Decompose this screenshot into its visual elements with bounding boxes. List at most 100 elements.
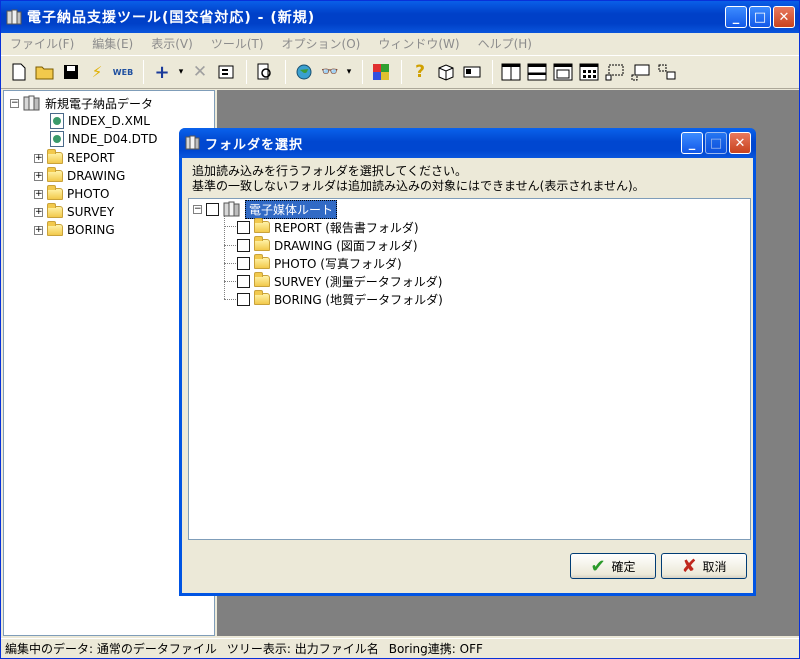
app-books-icon bbox=[6, 9, 22, 25]
expand-icon[interactable]: + bbox=[34, 225, 43, 235]
status-data: 編集中のデータ: 通常のデータファイル bbox=[5, 642, 217, 656]
tree-root-label: 新規電子納品データ bbox=[45, 96, 154, 111]
menu-options[interactable]: オプション(O) bbox=[273, 35, 370, 52]
tree-connector bbox=[224, 281, 236, 282]
split-vertical-icon[interactable] bbox=[499, 60, 523, 84]
menu-file[interactable]: ファイル(F) bbox=[1, 35, 83, 52]
dialog-folder-label: BORING (地質データフォルダ) bbox=[274, 292, 443, 307]
toolbar-separator bbox=[492, 60, 493, 84]
dialog-message: 追加読み込みを行うフォルダを選択してください。 基準の一致しないフォルダは追加読… bbox=[182, 158, 753, 194]
ok-button-label: 確定 bbox=[611, 559, 636, 574]
folder-tree[interactable]: − 電子媒体ルート REPORT (報告書フォルダ) DRAWING (図面フォ… bbox=[188, 198, 751, 540]
dialog-books-icon bbox=[185, 135, 200, 150]
add-icon[interactable]: + bbox=[150, 60, 174, 84]
cancel-button[interactable]: ✘ 取消 bbox=[661, 553, 747, 579]
help-icon[interactable]: ? bbox=[408, 60, 432, 84]
properties-icon[interactable] bbox=[214, 60, 238, 84]
tree-connector bbox=[224, 215, 225, 299]
select2-icon[interactable] bbox=[629, 60, 653, 84]
ok-button[interactable]: ✔ 確定 bbox=[570, 553, 656, 579]
box-icon[interactable] bbox=[434, 60, 458, 84]
tree-folder-photo[interactable]: + PHOTO bbox=[34, 185, 109, 203]
palette-icon[interactable] bbox=[369, 60, 393, 84]
menu-help[interactable]: ヘルプ(H) bbox=[469, 35, 541, 52]
folder-icon bbox=[254, 218, 270, 233]
tree-folder-label: SURVEY bbox=[67, 205, 115, 219]
dialog-folder-photo[interactable]: PHOTO (写真フォルダ) bbox=[237, 254, 402, 272]
tree-file-item[interactable]: INDEX_D.XML bbox=[50, 112, 150, 130]
minimize-button[interactable]: _ bbox=[725, 6, 747, 28]
preview-icon[interactable] bbox=[253, 60, 277, 84]
tree-folder-survey[interactable]: + SURVEY bbox=[34, 203, 114, 221]
menu-window[interactable]: ウィンドウ(W) bbox=[369, 35, 468, 52]
lightning-icon[interactable]: ⚡ bbox=[85, 60, 109, 84]
folder-checkbox[interactable] bbox=[237, 274, 250, 288]
status-bar: 編集中のデータ: 通常のデータファイル ツリー表示: 出力ファイル名 Borin… bbox=[1, 638, 799, 658]
tree-connector bbox=[224, 245, 236, 246]
folder-icon bbox=[47, 221, 63, 236]
split-horizontal-icon[interactable] bbox=[525, 60, 549, 84]
toolbar-separator bbox=[143, 60, 144, 84]
web-icon[interactable]: WEB bbox=[111, 60, 135, 84]
title-bar[interactable]: 電子納品支援ツール(国交省対応) - (新規) _ □ ✕ bbox=[1, 1, 799, 33]
folder-checkbox[interactable] bbox=[237, 256, 250, 270]
dialog-folder-label: SURVEY (測量データフォルダ) bbox=[274, 274, 443, 289]
binoculars-icon[interactable]: 👓 bbox=[318, 60, 342, 84]
expand-icon[interactable]: + bbox=[34, 171, 43, 181]
expand-icon[interactable]: + bbox=[34, 153, 43, 163]
menu-tools[interactable]: ツール(T) bbox=[202, 35, 273, 52]
save-icon[interactable] bbox=[59, 60, 83, 84]
globe-icon[interactable] bbox=[292, 60, 316, 84]
tree-folder-report[interactable]: + REPORT bbox=[34, 149, 114, 167]
window-controls: _ □ ✕ bbox=[725, 6, 795, 28]
tree-connector bbox=[224, 299, 236, 300]
dialog-folder-drawing[interactable]: DRAWING (図面フォルダ) bbox=[237, 236, 418, 254]
card-icon[interactable] bbox=[460, 60, 484, 84]
books-icon bbox=[223, 201, 240, 217]
close-button[interactable]: ✕ bbox=[773, 6, 795, 28]
select3-icon[interactable] bbox=[655, 60, 679, 84]
dialog-close-button[interactable]: ✕ bbox=[729, 132, 751, 154]
dropdown-icon[interactable]: ▾ bbox=[176, 60, 186, 84]
expand-icon[interactable]: + bbox=[34, 189, 43, 199]
dialog-folder-boring[interactable]: BORING (地質データフォルダ) bbox=[237, 290, 443, 308]
collapse-icon[interactable]: − bbox=[10, 98, 19, 108]
expand-icon[interactable]: + bbox=[34, 207, 43, 217]
dialog-title: フォルダを選択 bbox=[205, 137, 304, 153]
toolbar-separator bbox=[401, 60, 402, 84]
tree-root[interactable]: − 新規電子納品データ bbox=[10, 94, 153, 112]
folder-checkbox[interactable] bbox=[237, 238, 250, 252]
dialog-tree-root[interactable]: − 電子媒体ルート bbox=[193, 199, 338, 219]
dtd-file-icon bbox=[50, 131, 64, 147]
x-icon: ✘ bbox=[681, 555, 697, 577]
dialog-folder-survey[interactable]: SURVEY (測量データフォルダ) bbox=[237, 272, 442, 290]
select-icon[interactable] bbox=[603, 60, 627, 84]
dialog-folder-label: DRAWING (図面フォルダ) bbox=[274, 238, 418, 253]
grid-icon[interactable] bbox=[577, 60, 601, 84]
tree-folder-label: REPORT bbox=[67, 151, 115, 165]
window-icon[interactable] bbox=[551, 60, 575, 84]
dialog-folder-report[interactable]: REPORT (報告書フォルダ) bbox=[237, 218, 419, 236]
toolbar-separator bbox=[362, 60, 363, 84]
maximize-button[interactable]: □ bbox=[749, 6, 771, 28]
delete-icon[interactable]: ✕ bbox=[188, 60, 212, 84]
tree-file-item[interactable]: INDE_D04.DTD bbox=[50, 130, 157, 148]
dialog-maximize-button[interactable]: □ bbox=[705, 132, 727, 154]
folder-checkbox[interactable] bbox=[237, 292, 250, 306]
new-file-icon[interactable] bbox=[7, 60, 31, 84]
tree-connector bbox=[224, 263, 236, 264]
dialog-title-bar[interactable]: フォルダを選択 _ □ ✕ bbox=[179, 128, 756, 158]
tree-folder-boring[interactable]: + BORING bbox=[34, 221, 115, 239]
tree-folder-drawing[interactable]: + DRAWING bbox=[34, 167, 125, 185]
menu-view[interactable]: 表示(V) bbox=[142, 35, 202, 52]
cancel-button-label: 取消 bbox=[702, 559, 727, 574]
folder-checkbox[interactable] bbox=[237, 220, 250, 234]
dropdown-icon[interactable]: ▾ bbox=[344, 60, 354, 84]
menu-edit[interactable]: 編集(E) bbox=[83, 35, 142, 52]
status-boring: Boring連携: OFF bbox=[388, 642, 483, 656]
open-folder-icon[interactable] bbox=[33, 60, 57, 84]
dialog-minimize-button[interactable]: _ bbox=[681, 132, 703, 154]
dialog-folder-label: PHOTO (写真フォルダ) bbox=[274, 256, 402, 271]
root-checkbox[interactable] bbox=[206, 202, 219, 216]
collapse-icon[interactable]: − bbox=[193, 204, 202, 214]
